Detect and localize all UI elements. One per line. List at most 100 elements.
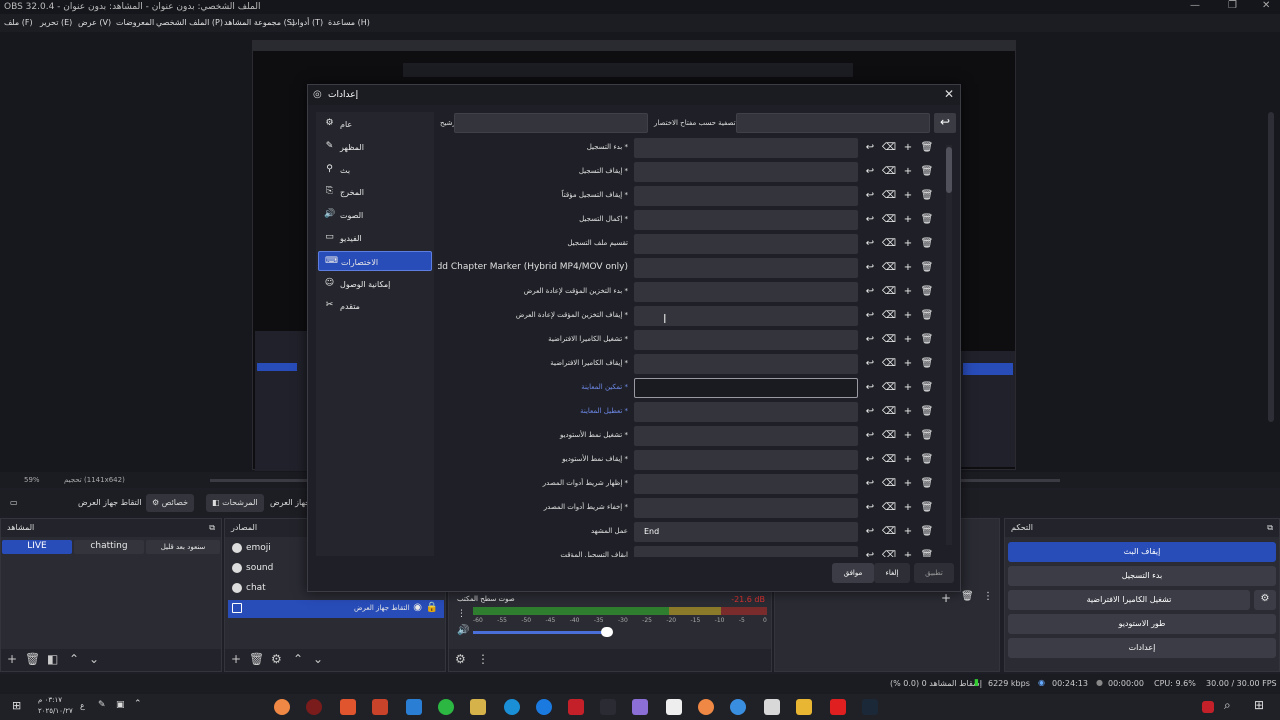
dock-undock-icon[interactable]: ⧉ <box>209 523 215 533</box>
sidebar-item-speaker[interactable]: 🔊 الصوت <box>318 205 432 225</box>
maximize-button[interactable]: ❐ <box>1228 0 1237 11</box>
add-icon[interactable]: + <box>900 356 916 372</box>
brave-icon[interactable] <box>340 699 356 715</box>
add-transition-icon[interactable]: + <box>941 591 951 605</box>
revert-icon[interactable]: ↩ <box>862 188 878 204</box>
add-icon[interactable]: + <box>900 404 916 420</box>
trash-icon[interactable]: 🗑 <box>919 212 935 228</box>
trash-icon[interactable]: 🗑 <box>919 188 935 204</box>
vscode-icon[interactable] <box>406 699 422 715</box>
settings-close-icon[interactable]: ✕ <box>944 87 954 101</box>
hotkey-input[interactable] <box>634 282 858 302</box>
hotkey-input[interactable] <box>634 354 858 374</box>
clear-icon[interactable]: ⌫ <box>881 548 897 557</box>
trash-icon[interactable]: 🗑 <box>919 476 935 492</box>
chrome-icon[interactable] <box>274 699 290 715</box>
trash-icon[interactable]: 🗑 <box>919 284 935 300</box>
revert-icon[interactable]: ↩ <box>862 524 878 540</box>
clear-icon[interactable]: ⌫ <box>881 140 897 156</box>
revert-icon[interactable]: ↩ <box>862 380 878 396</box>
folder-icon[interactable] <box>796 699 812 715</box>
source-settings-icon[interactable]: ⚙ <box>271 652 282 666</box>
chrome-icon[interactable] <box>698 699 714 715</box>
scene-item-brb[interactable]: سنعود بعد قليل <box>146 540 220 554</box>
properties-button[interactable]: ⚙ خصائص <box>146 494 195 512</box>
revert-icon[interactable]: ↩ <box>862 452 878 468</box>
apply-button[interactable]: تطبيق <box>914 563 954 583</box>
trash-icon[interactable]: 🗑 <box>919 356 935 372</box>
clear-icon[interactable]: ⌫ <box>881 284 897 300</box>
recording-tray-icon[interactable] <box>1202 701 1214 713</box>
source-down-icon[interactable]: ⌄ <box>313 652 323 666</box>
add-icon[interactable]: + <box>900 284 916 300</box>
mixer-more-icon[interactable]: ⋮ <box>477 652 489 666</box>
scene-item-chatting[interactable]: chatting <box>74 540 144 554</box>
revert-icon[interactable]: ↩ <box>862 428 878 444</box>
menu-profile[interactable]: الملف الشخصي (P) <box>156 18 223 27</box>
revert-icon[interactable]: ↩ <box>862 332 878 348</box>
revert-icon[interactable]: ↩ <box>862 284 878 300</box>
hotkey-input[interactable] <box>634 546 858 557</box>
clear-icon[interactable]: ⌫ <box>881 356 897 372</box>
volume-slider-handle[interactable] <box>601 627 613 637</box>
add-source-icon[interactable]: + <box>231 652 241 666</box>
mixer-menu-icon[interactable]: ⋮ <box>457 609 466 619</box>
virtual-camera-button[interactable]: تشغيل الكاميرا الافتراضية <box>1008 590 1250 610</box>
hotkey-input[interactable] <box>634 378 858 398</box>
ok-button[interactable]: موافق <box>832 563 874 583</box>
telegram-icon[interactable] <box>730 699 746 715</box>
hotkey-input[interactable] <box>634 474 858 494</box>
terminal-icon[interactable] <box>600 699 616 715</box>
source-up-icon[interactable]: ⌃ <box>293 652 303 666</box>
add-scene-icon[interactable]: + <box>7 652 17 666</box>
sidebar-item-antenna[interactable]: ⚲ بث <box>318 160 432 180</box>
add-icon[interactable]: + <box>900 332 916 348</box>
add-icon[interactable]: + <box>900 476 916 492</box>
settings-button[interactable]: إعدادات <box>1008 638 1276 658</box>
dock-undock-icon[interactable]: ⧉ <box>1267 523 1273 533</box>
network-icon[interactable]: ▣ <box>116 700 125 710</box>
add-icon[interactable]: + <box>900 164 916 180</box>
hotkey-input[interactable] <box>634 186 858 206</box>
revert-icon[interactable]: ↩ <box>862 548 878 557</box>
scene-item-live[interactable]: LIVE <box>2 540 72 554</box>
trash-icon[interactable]: 🗑 <box>919 308 935 324</box>
pen-icon[interactable]: ✎ <box>98 700 106 710</box>
video-app-icon[interactable] <box>568 699 584 715</box>
stop-streaming-button[interactable]: إيقاف البث <box>1008 542 1276 562</box>
hotkey-input[interactable] <box>634 138 858 158</box>
move-down-icon[interactable]: ⌄ <box>89 652 99 666</box>
trash-icon[interactable]: 🗑 <box>919 140 935 156</box>
trash-icon[interactable]: 🗑 <box>919 524 935 540</box>
add-icon[interactable]: + <box>900 260 916 276</box>
add-icon[interactable]: + <box>900 428 916 444</box>
trash-icon[interactable]: 🗑 <box>919 452 935 468</box>
revert-icon[interactable]: ↩ <box>862 164 878 180</box>
add-icon[interactable]: + <box>900 188 916 204</box>
trash-icon[interactable]: 🗑 <box>919 548 935 557</box>
obs-icon[interactable] <box>306 699 322 715</box>
hotkey-input[interactable] <box>634 162 858 182</box>
clear-icon[interactable]: ⌫ <box>881 380 897 396</box>
menu-file[interactable]: ملف (F) <box>4 18 33 27</box>
add-icon[interactable]: + <box>900 212 916 228</box>
hotkey-input[interactable] <box>634 210 858 230</box>
hotkey-input[interactable] <box>634 498 858 518</box>
lock-icon[interactable]: 🔒 <box>426 602 438 613</box>
clear-icon[interactable]: ⌫ <box>881 164 897 180</box>
sidebar-item-output[interactable]: ⎘ المخرج <box>318 182 432 202</box>
revert-icon[interactable]: ↩ <box>862 500 878 516</box>
remove-transition-icon[interactable]: 🗑 <box>961 591 974 602</box>
studio-mode-button[interactable]: طور الاستوديو <box>1008 614 1276 634</box>
start-icon[interactable]: ⊞ <box>12 699 21 712</box>
revert-icon[interactable]: ↩ <box>862 356 878 372</box>
add-icon[interactable]: + <box>900 380 916 396</box>
clear-icon[interactable]: ⌫ <box>881 212 897 228</box>
cancel-button[interactable]: إلغاء <box>874 563 910 583</box>
hotkey-input[interactable] <box>634 258 858 278</box>
virtual-camera-gear-icon[interactable]: ⚙ <box>1254 590 1276 610</box>
source-item-display-capture[interactable]: التقاط جهاز العرض ◉ 🔒 <box>228 600 444 618</box>
clear-icon[interactable]: ⌫ <box>881 428 897 444</box>
move-up-icon[interactable]: ⌃ <box>69 652 79 666</box>
menu-help[interactable]: مساعدة (H) <box>328 18 370 27</box>
